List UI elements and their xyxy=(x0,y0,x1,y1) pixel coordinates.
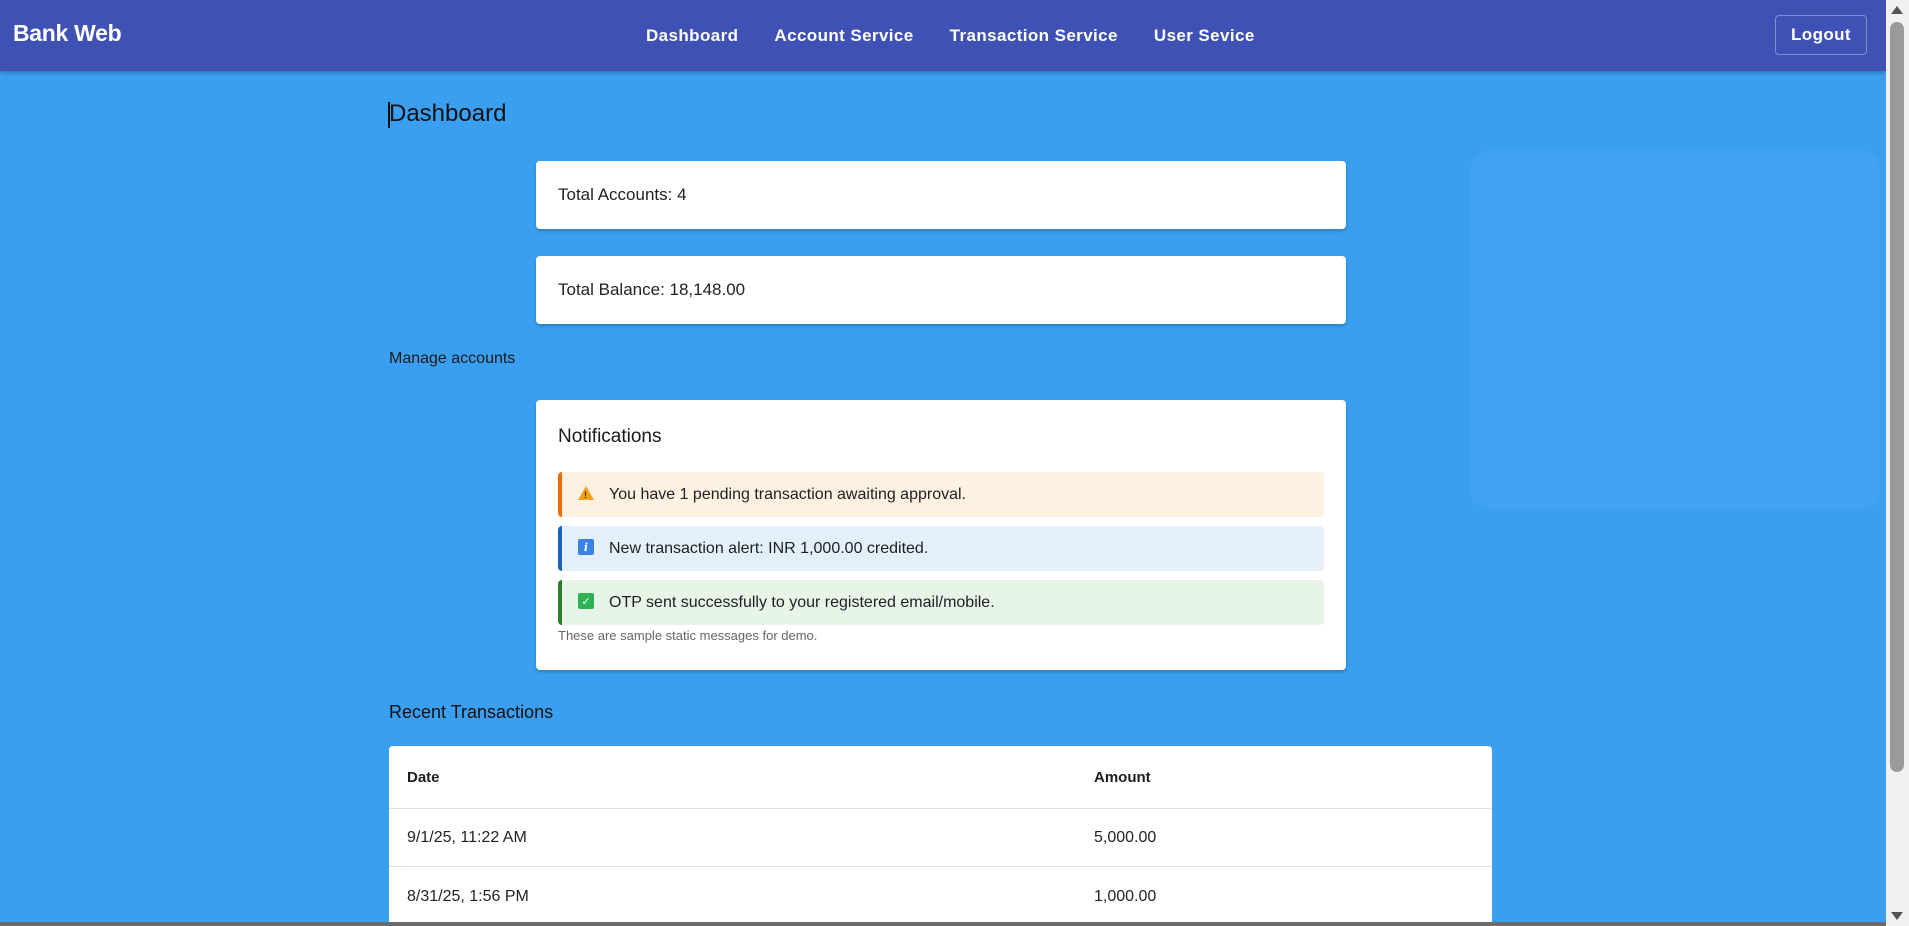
scroll-down-arrow-icon[interactable] xyxy=(1891,912,1903,920)
warning-icon-mark: ! xyxy=(584,490,587,500)
cell-amount: 5,000.00 xyxy=(1094,828,1157,846)
notifications-footer: These are sample static messages for dem… xyxy=(558,628,818,643)
vertical-scrollbar[interactable] xyxy=(1886,0,1909,926)
cell-amount: 1,000.00 xyxy=(1094,888,1157,905)
recent-transactions-title: Recent Transactions xyxy=(389,702,554,722)
logout-button[interactable]: Logout xyxy=(1775,15,1867,55)
nav-transaction-service[interactable]: Transaction Service xyxy=(950,26,1118,46)
nav-dashboard[interactable]: Dashboard xyxy=(646,26,738,46)
alert-accent-bar xyxy=(558,472,562,517)
table-header-row: Date Amount xyxy=(389,746,1492,809)
brand-logo[interactable]: Bank Web xyxy=(13,20,122,47)
scrollbar-thumb[interactable] xyxy=(1890,22,1904,772)
alert-accent-bar xyxy=(558,526,562,571)
total-balance-text: Total Balance: 18,148.00 xyxy=(558,280,746,299)
notification-text: New transaction alert: INR 1,000.00 cred… xyxy=(609,539,929,557)
notification-info: i New transaction alert: INR 1,000.00 cr… xyxy=(558,526,1324,571)
window-bottom-edge xyxy=(0,922,1886,926)
background-decoration xyxy=(1470,150,1880,510)
notification-text: OTP sent successfully to your registered… xyxy=(609,593,995,611)
total-balance-card: Total Balance: 18,148.00 xyxy=(536,256,1346,324)
total-accounts-card: Total Accounts: 4 xyxy=(536,161,1346,229)
nav-user-service[interactable]: User Sevice xyxy=(1154,26,1255,46)
column-header-date[interactable]: Date xyxy=(407,746,440,808)
cell-date: 9/1/25, 11:22 AM xyxy=(407,828,527,846)
manage-accounts-link[interactable]: Manage accounts xyxy=(389,350,515,368)
notification-warning: ! You have 1 pending transaction awaitin… xyxy=(558,472,1324,517)
nav-account-service[interactable]: Account Service xyxy=(774,26,913,46)
scroll-up-arrow-icon[interactable] xyxy=(1891,6,1903,14)
notification-text: You have 1 pending transaction awaiting … xyxy=(609,485,966,503)
alert-accent-bar xyxy=(558,580,562,625)
column-header-amount[interactable]: Amount xyxy=(1094,746,1151,808)
total-accounts-text: Total Accounts: 4 xyxy=(558,185,687,204)
cell-date: 8/31/25, 1:56 PM xyxy=(407,888,529,905)
page-title: Dashboard xyxy=(389,100,507,127)
check-icon: ✓ xyxy=(578,593,594,609)
table-row[interactable]: 8/31/25, 1:56 PM 1,000.00 xyxy=(389,868,1492,926)
main-nav: Dashboard Account Service Transaction Se… xyxy=(646,0,1255,71)
notification-success: ✓ OTP sent successfully to your register… xyxy=(558,580,1324,625)
notifications-card: Notifications ! You have 1 pending trans… xyxy=(536,400,1346,670)
info-icon: i xyxy=(578,539,594,555)
table-row[interactable]: 9/1/25, 11:22 AM 5,000.00 xyxy=(389,809,1492,867)
top-app-bar: Bank Web Dashboard Account Service Trans… xyxy=(0,0,1886,71)
notifications-title: Notifications xyxy=(558,426,662,447)
transactions-table: Date Amount 9/1/25, 11:22 AM 5,000.00 8/… xyxy=(389,746,1492,926)
